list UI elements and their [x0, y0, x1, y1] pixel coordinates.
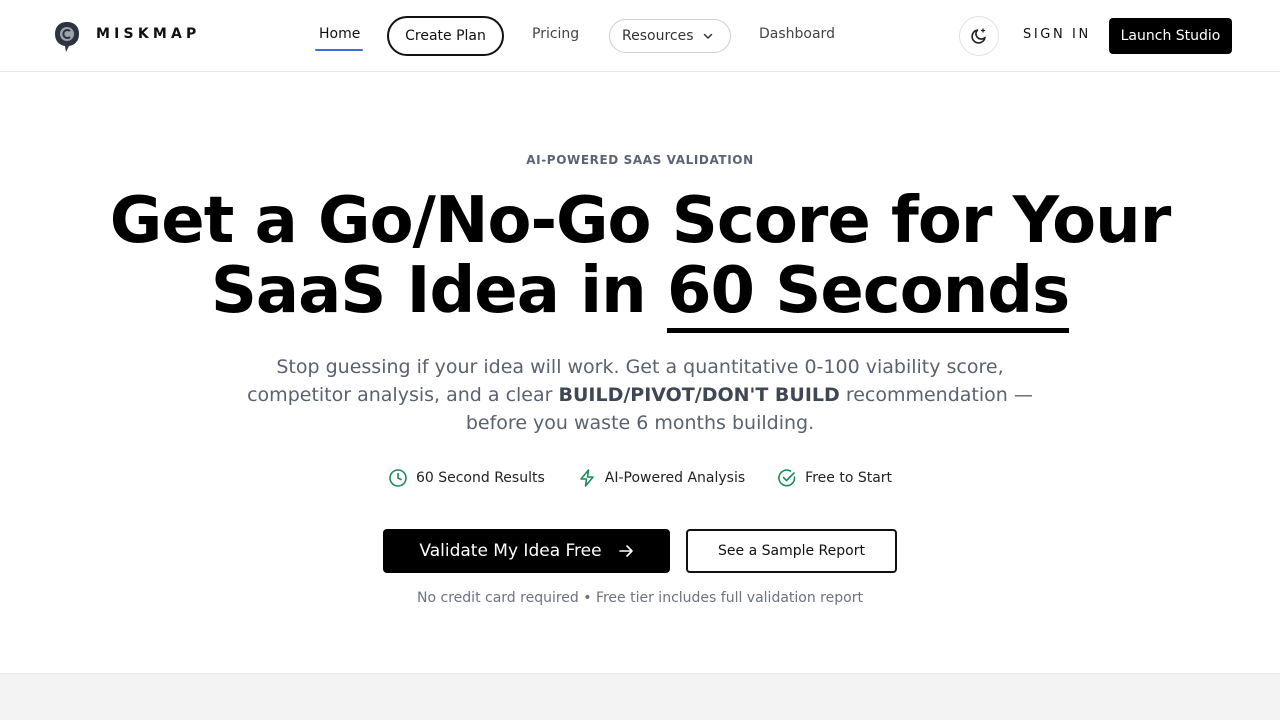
- nav-resources-dropdown[interactable]: Resources: [609, 19, 731, 53]
- brand-name[interactable]: MISKMAP: [96, 26, 201, 42]
- arrow-right-icon: [618, 545, 633, 557]
- feature-label: Free to Start: [805, 470, 893, 486]
- headline-line-2-prefix: SaaS Idea in: [210, 254, 667, 328]
- nav-home-active-indicator: [315, 49, 363, 51]
- feature-item: AI-Powered Analysis: [577, 468, 745, 488]
- feature-list: 60 Second Results AI-Powered Analysis Fr…: [0, 468, 1280, 488]
- nav-pricing[interactable]: Pricing: [532, 26, 579, 42]
- feature-label: AI-Powered Analysis: [604, 470, 746, 486]
- lightning-icon: [579, 469, 594, 487]
- validate-idea-label: Validate My Idea Free: [419, 541, 602, 561]
- check-circle-icon: [778, 469, 796, 487]
- sample-report-button[interactable]: See a Sample Report: [686, 529, 897, 573]
- validate-idea-button[interactable]: Validate My Idea Free: [383, 529, 670, 573]
- feature-item: Free to Start: [777, 468, 892, 488]
- moon-icon: [971, 28, 986, 44]
- sub-bold-recommendation: BUILD/PIVOT/DON'T BUILD: [558, 384, 840, 406]
- next-section-band: [0, 673, 1280, 720]
- sign-in-link[interactable]: SIGN IN: [1023, 27, 1091, 42]
- launch-studio-label: Launch Studio: [1120, 28, 1221, 44]
- hero-subheadline: Stop guessing if your idea will work. Ge…: [240, 353, 1040, 437]
- hero-eyebrow: AI-POWERED SAAS VALIDATION: [526, 153, 754, 167]
- hero-headline: Get a Go/No-Go Score for Your SaaS Idea …: [0, 184, 1280, 333]
- sample-report-label: See a Sample Report: [718, 543, 865, 559]
- cta-note: No credit card required • Free tier incl…: [417, 590, 863, 606]
- chevron-down-icon: [703, 33, 712, 39]
- feature-label: 60 Second Results: [415, 470, 545, 486]
- nav-dashboard[interactable]: Dashboard: [759, 26, 835, 42]
- speech-bubble-logo-icon[interactable]: [54, 21, 80, 53]
- launch-studio-button[interactable]: Launch Studio: [1109, 18, 1232, 54]
- feature-item: 60 Second Results: [388, 468, 545, 488]
- nav-home[interactable]: Home: [319, 26, 360, 42]
- headline-line-1: Get a Go/No-Go Score for Your: [109, 184, 1171, 258]
- theme-toggle-button[interactable]: [959, 16, 999, 56]
- clock-icon: [389, 469, 407, 487]
- nav-create-plan-button[interactable]: Create Plan: [387, 16, 504, 56]
- nav-create-plan-label: Create Plan: [405, 28, 486, 44]
- site-header: MISKMAP Home Create Plan Pricing Resourc…: [0, 0, 1280, 72]
- headline-highlight: 60 Seconds: [666, 254, 1070, 333]
- nav-resources-label: Resources: [622, 28, 694, 44]
